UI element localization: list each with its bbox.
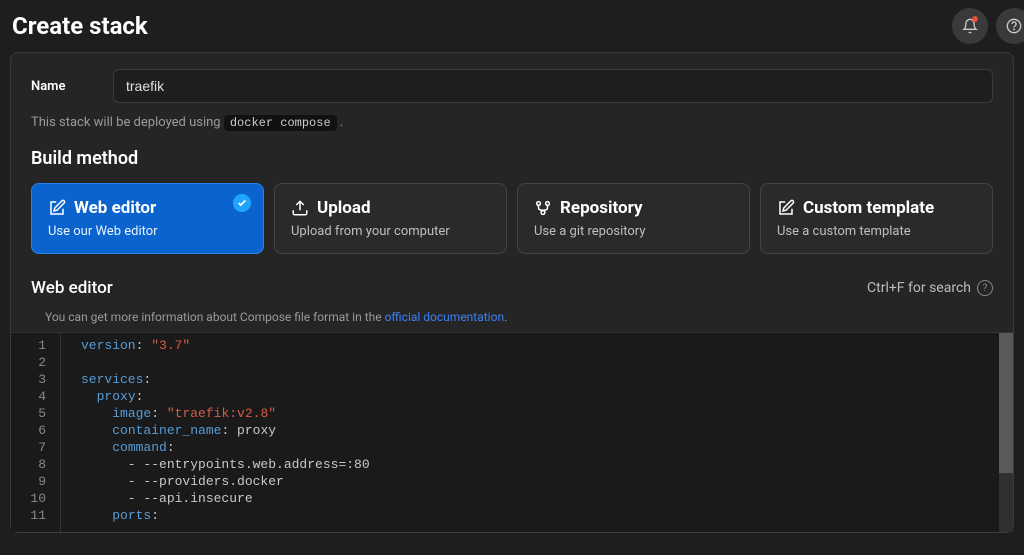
- card-subtitle: Use a git repository: [534, 224, 733, 239]
- name-label: Name: [31, 79, 87, 94]
- deploy-note: This stack will be deployed using docker…: [31, 115, 993, 130]
- line-number: 8: [11, 456, 60, 473]
- deploy-note-suffix: .: [340, 115, 343, 130]
- editor-title: Web editor: [31, 278, 113, 298]
- line-number: 1: [11, 337, 60, 354]
- code-line: image: "traefik:v2.8": [81, 405, 1013, 422]
- help-button[interactable]: [996, 8, 1024, 44]
- build-method-cards: Web editorUse our Web editorUploadUpload…: [31, 183, 993, 254]
- code-line: - --providers.docker: [81, 473, 1013, 490]
- deploy-note-prefix: This stack will be deployed using: [31, 115, 221, 130]
- edit-icon: [48, 199, 66, 217]
- line-number: 6: [11, 422, 60, 439]
- git-icon: [534, 199, 552, 217]
- line-number: 4: [11, 388, 60, 405]
- code-line: - --api.insecure: [81, 490, 1013, 507]
- code-line: version: "3.7": [81, 337, 1013, 354]
- card-subtitle: Use a custom template: [777, 224, 976, 239]
- upload-icon: [291, 199, 309, 217]
- line-number: 2: [11, 354, 60, 371]
- code-line: - --entrypoints.web.address=:80: [81, 456, 1013, 473]
- build-option-custom-template[interactable]: Custom template Use a custom template: [760, 183, 993, 254]
- editor-info-suffix: .: [504, 310, 507, 324]
- line-number: 9: [11, 473, 60, 490]
- card-subtitle: Use our Web editor: [48, 224, 247, 239]
- notifications-button[interactable]: [952, 8, 988, 44]
- build-option-web-editor[interactable]: Web editor Use our Web editor: [31, 183, 264, 254]
- code-line: container_name: proxy: [81, 422, 1013, 439]
- code-line: command:: [81, 439, 1013, 456]
- page-title: Create stack: [12, 12, 148, 40]
- editor-info-prefix: You can get more information about Compo…: [45, 310, 385, 324]
- search-hint: Ctrl+F for search ?: [867, 280, 993, 296]
- help-icon: [1006, 18, 1022, 34]
- search-hint-text: Ctrl+F for search: [867, 280, 971, 296]
- build-option-upload[interactable]: Upload Upload from your computer: [274, 183, 507, 254]
- card-title: Web editor: [74, 198, 156, 218]
- line-number: 7: [11, 439, 60, 456]
- build-method-title: Build method: [31, 148, 993, 169]
- line-number: 3: [11, 371, 60, 388]
- card-title: Custom template: [803, 198, 934, 218]
- editor-info: You can get more information about Compo…: [31, 310, 993, 324]
- editor-scrollbar[interactable]: [999, 333, 1013, 532]
- edit-icon: [777, 199, 795, 217]
- create-stack-panel: Name This stack will be deployed using d…: [10, 52, 1014, 533]
- check-icon: [233, 194, 251, 212]
- line-number: 5: [11, 405, 60, 422]
- code-line: [81, 354, 1013, 371]
- editor-gutter: 1234567891011: [11, 333, 61, 532]
- editor-code[interactable]: version: "3.7" services: proxy: image: "…: [61, 333, 1013, 532]
- scrollbar-thumb[interactable]: [999, 333, 1013, 473]
- code-editor[interactable]: 1234567891011 version: "3.7" services: p…: [11, 332, 1013, 532]
- deploy-command-chip: docker compose: [224, 115, 337, 131]
- card-title: Upload: [317, 198, 371, 218]
- line-number: 11: [11, 507, 60, 524]
- card-title: Repository: [560, 198, 643, 218]
- code-line: services:: [81, 371, 1013, 388]
- code-line: proxy:: [81, 388, 1013, 405]
- bell-icon: [962, 18, 978, 34]
- card-subtitle: Upload from your computer: [291, 224, 490, 239]
- build-option-repository[interactable]: Repository Use a git repository: [517, 183, 750, 254]
- docs-link[interactable]: official documentation: [385, 310, 505, 324]
- name-input[interactable]: [113, 69, 993, 103]
- line-number: 10: [11, 490, 60, 507]
- code-line: ports:: [81, 507, 1013, 524]
- help-icon[interactable]: ?: [977, 280, 993, 296]
